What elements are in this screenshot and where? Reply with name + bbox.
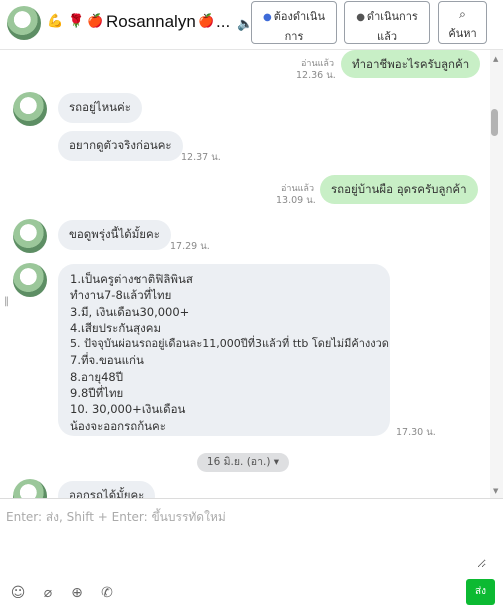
message-line: 7.ที่จ.ขอนแก่น bbox=[70, 353, 144, 368]
message-time: 12.36 น. bbox=[296, 70, 336, 81]
message-input[interactable] bbox=[6, 508, 486, 568]
attachment-icon[interactable]: ⌀ bbox=[39, 584, 57, 602]
scrollbar-thumb[interactable] bbox=[491, 109, 498, 136]
message-composer: ☺ ⌀ ⊕ ✆ bbox=[0, 498, 503, 615]
message-bubble-in[interactable]: อยากดูตัวจริงก่อนคะ bbox=[58, 131, 183, 161]
message-time: 17.29 น. bbox=[170, 241, 210, 252]
chat-bubble-icon: ● bbox=[263, 12, 272, 23]
message-bubble-in[interactable]: ออกรถได้มั้ยคะ bbox=[58, 481, 156, 498]
message-line: 5. ปัจจุบันผ่อนรถอยู่เดือนละ11,000ปีที่3… bbox=[70, 337, 389, 351]
name-ellipsis: ... bbox=[216, 12, 231, 31]
message-line: 10. 30,000+เงินเดือน bbox=[70, 402, 186, 417]
done-button[interactable]: ● ดำเนินการ แล้ว bbox=[344, 1, 430, 44]
message-line: 3.มี, เงินเดือน30,000+ bbox=[70, 304, 190, 319]
flexed-biceps-icon: 💪 bbox=[47, 14, 64, 29]
search-button[interactable]: ⌕ ค้นหา bbox=[438, 1, 487, 44]
message-line: 1.เป็นครูต่างชาติฟิลิพินส bbox=[70, 272, 193, 286]
add-icon[interactable]: ⊕ bbox=[68, 584, 86, 602]
chat-window: 💪 🌹 🍎 Rosannalyn 🍎 ... 🔈 ● ต้องดำเนิน การ… bbox=[0, 0, 503, 615]
message-line: น้องจะออกรถก้นคะ bbox=[70, 418, 166, 433]
message-bubble-in[interactable]: ขอดูพรุ่งนี้ได้มั้ยคะ bbox=[58, 220, 171, 250]
emoji-icon[interactable]: ☺ bbox=[9, 584, 27, 602]
message-bubble-out[interactable]: ทำอาชีพอะไรครับลูกค้า bbox=[341, 50, 481, 78]
message-bubble-out[interactable]: รถอยู่บ้านผือ อุดรครับลูกค้า bbox=[320, 175, 478, 204]
message-time: 12.37 น. bbox=[181, 152, 221, 163]
contact-avatar[interactable] bbox=[7, 6, 41, 40]
message-line: 8.อายุ48ปี bbox=[70, 369, 124, 384]
contact-avatar[interactable] bbox=[13, 479, 47, 498]
message-list[interactable]: อ่านแล้ว 12.36 น. ทำอาชีพอะไรครับลูกค้า … bbox=[0, 50, 490, 498]
message-time: 17.30 น. bbox=[396, 427, 436, 438]
apple-icon: 🍎 bbox=[87, 14, 104, 29]
message-line: ทำงาน7-8แล้วที่ไทย bbox=[70, 288, 172, 303]
message-bubble-in[interactable]: 1.เป็นครูต่างชาติฟิลิพินส ทำงาน7-8แล้วที… bbox=[58, 264, 390, 436]
message-time: 13.09 น. bbox=[276, 195, 316, 206]
resize-grip-icon[interactable]: ‖ bbox=[4, 296, 9, 307]
send-button[interactable]: ส่ง bbox=[466, 579, 495, 605]
chat-header: 💪 🌹 🍎 Rosannalyn 🍎 ... 🔈 ● ต้องดำเนิน การ… bbox=[0, 0, 503, 50]
date-divider[interactable]: 16 มิ.ย. (อา.) ▾ bbox=[197, 453, 289, 472]
message-line: 4.เสียประกันสุงคม bbox=[70, 320, 162, 335]
chat-done-icon: ● bbox=[356, 12, 365, 23]
apple-icon: 🍎 bbox=[198, 14, 215, 29]
rose-icon: 🌹 bbox=[68, 14, 85, 29]
search-icon: ⌕ bbox=[459, 7, 466, 21]
scroll-up-icon[interactable]: ▲ bbox=[493, 55, 498, 63]
scroll-down-icon[interactable]: ▼ bbox=[493, 487, 498, 495]
line-call-icon[interactable]: ✆ bbox=[98, 584, 116, 602]
needs-action-button[interactable]: ● ต้องดำเนิน การ bbox=[251, 1, 337, 44]
contact-avatar[interactable] bbox=[13, 219, 47, 253]
contact-name[interactable]: Rosannalyn bbox=[106, 12, 196, 32]
message-bubble-in[interactable]: รถอยู่ไหนค่ะ bbox=[58, 93, 142, 123]
message-line: 9.8ปีที่ไทย bbox=[70, 386, 124, 401]
contact-avatar[interactable] bbox=[13, 92, 47, 126]
contact-avatar[interactable] bbox=[13, 263, 47, 297]
scrollbar[interactable]: ▲ ▼ bbox=[490, 50, 503, 498]
